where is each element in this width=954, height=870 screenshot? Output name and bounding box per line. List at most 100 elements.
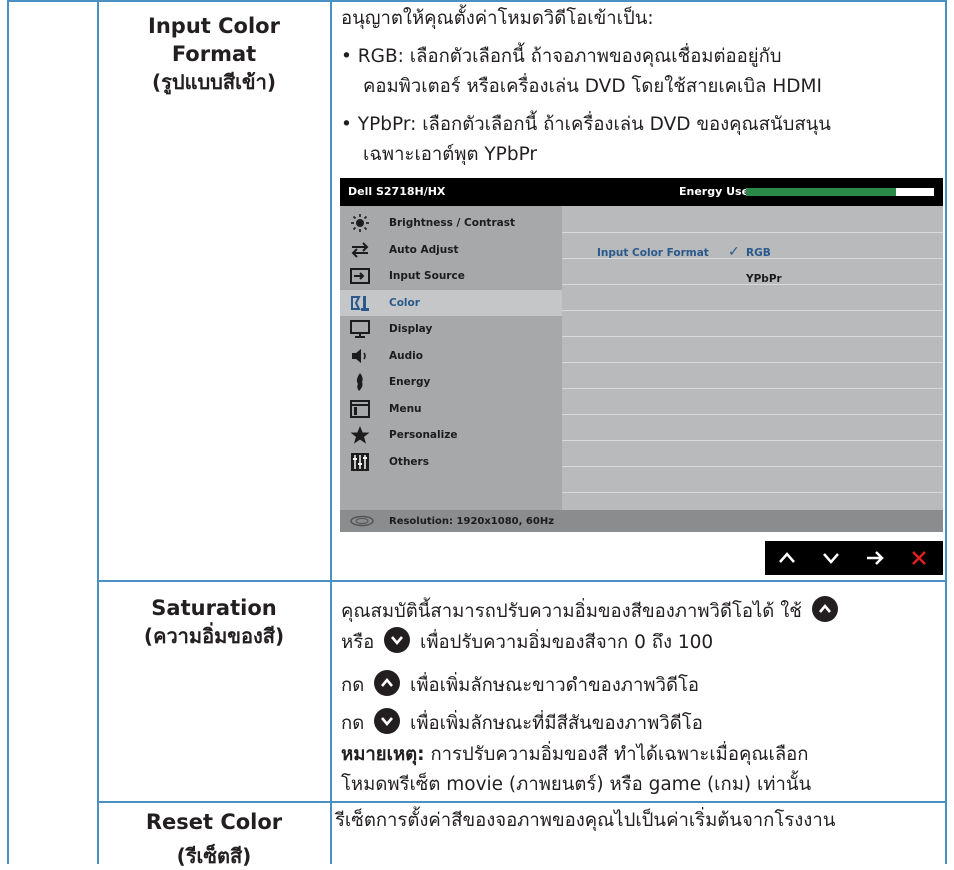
paragraph-text: เพื่อเพิ่มลักษณะขาวดำของภาพวิดีโอ bbox=[410, 675, 700, 696]
osd-menu-item-label: Input Source bbox=[389, 270, 465, 282]
down-arrow-button[interactable] bbox=[809, 541, 853, 575]
row-label-input-color-format: Input Color Format (รูปแบบสีเข้า) bbox=[100, 12, 328, 96]
saturation-note: หมายเหตุ: การปรับความอิ่มของสี ทำได้เฉพา… bbox=[341, 740, 811, 800]
osd-menu-item-display[interactable]: Display bbox=[340, 316, 562, 342]
label-line: Reset Color bbox=[145, 810, 283, 834]
color-icon bbox=[349, 293, 371, 313]
auto-adjust-icon bbox=[349, 240, 371, 260]
label-line: Input Color bbox=[148, 14, 280, 38]
osd-model-name: Dell S2718H/HX bbox=[348, 185, 446, 198]
submenu-row-divider bbox=[562, 466, 943, 467]
display-icon bbox=[349, 319, 371, 339]
osd-menu-item-input-source[interactable]: Input Source bbox=[340, 263, 562, 289]
osd-main-menu: Brightness / Contrast Auto Adjust Input So… bbox=[340, 206, 562, 510]
osd-menu-item-label: Energy bbox=[389, 376, 431, 388]
table-border-left bbox=[7, 0, 9, 864]
osd-menu-item-color[interactable]: Color bbox=[340, 289, 562, 316]
submenu-row-divider bbox=[562, 414, 943, 415]
paragraph-text: กด bbox=[341, 675, 365, 696]
submenu-row-divider bbox=[562, 336, 943, 337]
submenu-row-divider bbox=[562, 388, 943, 389]
down-button-icon bbox=[384, 627, 411, 653]
osd-header: Dell S2718H/HX Energy Use bbox=[340, 178, 943, 206]
saturation-paragraph-3: กด เพื่อเพิ่มลักษณะที่มีสีสันของภาพวิดีโ… bbox=[341, 708, 703, 739]
paragraph-text: กด bbox=[341, 713, 365, 734]
label-line: (รีเซ็ตสี) bbox=[176, 844, 252, 868]
note-text: โหมดพรีเซ็ต movie (ภาพยนตร์) หรือ game (… bbox=[341, 774, 812, 795]
down-button-icon bbox=[374, 708, 401, 734]
row-label-reset-color: Reset Color (รีเซ็ตสี) bbox=[100, 808, 328, 870]
resolution-icon bbox=[350, 515, 374, 527]
note-text: การปรับความอิ่มของสี ทำได้เฉพาะเมื่อคุณเ… bbox=[424, 744, 809, 765]
energy-icon bbox=[349, 372, 371, 392]
osd-menu-item-auto-adjust[interactable]: Auto Adjust bbox=[340, 237, 562, 263]
table-border-col1 bbox=[97, 0, 99, 864]
brightness-icon bbox=[349, 213, 371, 233]
energy-use-bar-remaining bbox=[896, 188, 934, 196]
osd-menu-item-menu[interactable]: Menu bbox=[340, 396, 562, 422]
up-button-icon bbox=[811, 596, 838, 622]
paragraph-text: เพื่อปรับความอิ่มของสีจาก 0 ถึง 100 bbox=[420, 632, 714, 653]
menu-icon bbox=[349, 399, 371, 419]
paragraph-text: หรือ bbox=[341, 632, 375, 653]
close-icon bbox=[912, 551, 926, 565]
paragraph-text: คุณสมบัตินี้สามารถปรับความอิ่มของสีของภา… bbox=[341, 601, 802, 622]
row-divider bbox=[97, 801, 947, 803]
osd-nav-buttons bbox=[765, 541, 943, 575]
right-arrow-button[interactable] bbox=[853, 541, 897, 575]
submenu-row-divider bbox=[562, 362, 943, 363]
option-rgb[interactable]: ✓ RGB bbox=[728, 244, 771, 260]
right-arrow-icon bbox=[867, 551, 884, 565]
label-line: (รูปแบบสีเข้า) bbox=[152, 70, 276, 94]
resolution-text: Resolution: 1920x1080, 60Hz bbox=[389, 516, 555, 527]
reset-color-text: รีเซ็ตการตั้งค่าสีของจอภาพของคุณไปเป็นค่… bbox=[335, 810, 836, 831]
osd-menu-item-others[interactable]: Others bbox=[340, 449, 562, 475]
star-icon bbox=[349, 425, 371, 445]
submenu-item-label[interactable]: Input Color Format bbox=[597, 247, 709, 259]
osd-menu-item-energy[interactable]: Energy bbox=[340, 369, 562, 395]
bullet-line: RGB: เลือกตัวเลือกนี้ ถ้าจอภาพของคุณเชื่… bbox=[357, 46, 782, 67]
note-label: หมายเหตุ: bbox=[341, 744, 425, 765]
osd-menu-item-label: Display bbox=[389, 323, 433, 335]
others-icon bbox=[349, 452, 371, 472]
osd-submenu: Input Color Format ✓ RGB YPbPr bbox=[562, 206, 943, 510]
option-ypbpr[interactable]: YPbPr bbox=[746, 273, 782, 285]
audio-icon bbox=[349, 346, 371, 366]
energy-use-bar bbox=[746, 188, 934, 196]
saturation-paragraph-1: คุณสมบัตินี้สามารถปรับความอิ่มของสีของภา… bbox=[341, 596, 842, 658]
osd-menu-item-label: Color bbox=[389, 296, 420, 309]
paragraph-text: เพื่อเพิ่มลักษณะที่มีสีสันของภาพวิดีโอ bbox=[410, 713, 703, 734]
close-button[interactable] bbox=[897, 541, 941, 575]
bullet-line: เฉพาะเอาต์พุต YPbPr bbox=[363, 144, 538, 165]
osd-menu-item-personalize[interactable]: Personalize bbox=[340, 422, 562, 448]
row-divider bbox=[7, 0, 947, 2]
osd-menu-screenshot: Dell S2718H/HX Energy Use Brightness / C… bbox=[340, 178, 943, 532]
bullet-rgb: • RGB: เลือกตัวเลือกนี้ ถ้าจอภาพของคุณเช… bbox=[341, 42, 822, 102]
osd-menu-item-label: Menu bbox=[389, 402, 422, 415]
label-line: Format bbox=[171, 42, 257, 66]
up-button-icon bbox=[374, 670, 401, 696]
label-line: Saturation bbox=[151, 596, 277, 620]
row-divider bbox=[97, 580, 947, 582]
up-arrow-icon bbox=[779, 552, 795, 563]
osd-menu-item-brightness-contrast[interactable]: Brightness / Contrast bbox=[340, 210, 562, 236]
osd-menu-item-label: Others bbox=[389, 455, 429, 468]
bullet-line: YPbPr: เลือกตัวเลือกนี้ ถ้าเครื่องเล่น D… bbox=[357, 114, 831, 135]
osd-menu-item-label: Audio bbox=[389, 349, 423, 362]
saturation-paragraph-2: กด เพื่อเพิ่มลักษณะขาวดำของภาพวิดีโอ bbox=[341, 670, 699, 701]
submenu-row-divider bbox=[562, 310, 943, 311]
option-label: RGB bbox=[746, 247, 771, 259]
bullet-ypbpr: • YPbPr: เลือกตัวเลือกนี้ ถ้าเครื่องเล่น… bbox=[341, 110, 831, 170]
row-label-saturation: Saturation (ความอิ่มของสี) bbox=[100, 594, 328, 650]
osd-menu-item-audio[interactable]: Audio bbox=[340, 343, 562, 369]
check-icon: ✓ bbox=[728, 244, 740, 260]
bullet-line: คอมพิวเตอร์ หรือเครื่องเล่น DVD โดยใช้สา… bbox=[363, 76, 822, 97]
osd-menu-item-label: Auto Adjust bbox=[389, 243, 459, 256]
up-arrow-button[interactable] bbox=[765, 541, 809, 575]
osd-menu-item-label: Brightness / Contrast bbox=[389, 217, 515, 229]
submenu-row-divider bbox=[562, 232, 943, 233]
intro-text: อนุญาตให้คุณตั้งค่าโหมดวิดีโอเข้าเป็น: bbox=[341, 8, 654, 29]
label-line: (ความอิ่มของสี) bbox=[143, 624, 285, 648]
submenu-row-divider bbox=[562, 492, 943, 493]
osd-energy-label: Energy Use bbox=[679, 185, 750, 198]
